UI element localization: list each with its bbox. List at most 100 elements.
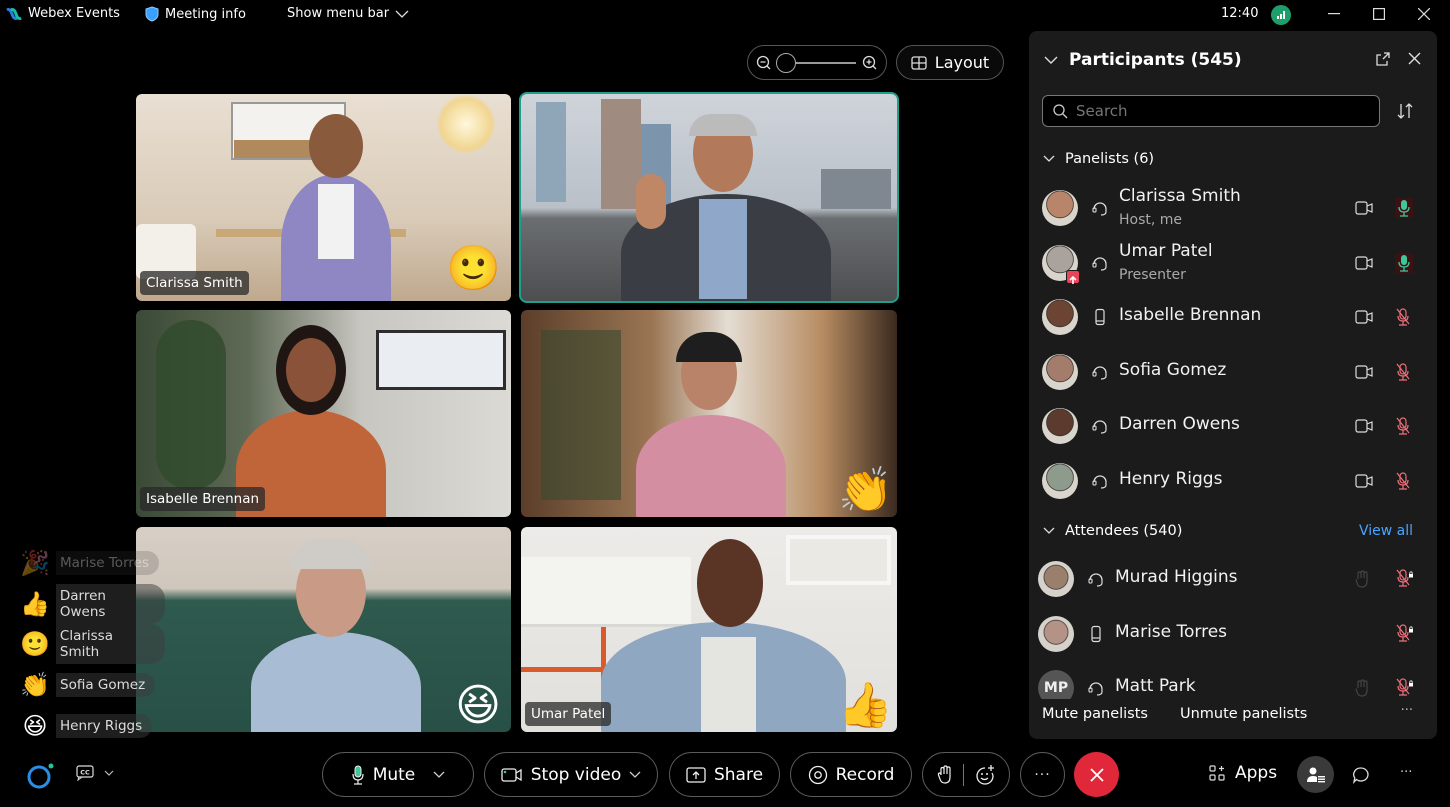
reaction-item: 👏 Sofia Gomez bbox=[20, 670, 156, 700]
webex-assistant-icon[interactable] bbox=[26, 762, 56, 790]
share-button[interactable]: Share bbox=[669, 752, 780, 797]
clock: 12:40 bbox=[1221, 6, 1259, 21]
apps-button[interactable]: Apps bbox=[1209, 763, 1277, 783]
video-zoom-control bbox=[747, 45, 887, 80]
layout-button[interactable]: Layout bbox=[896, 45, 1004, 80]
participants-panel: Participants (545) Panelists (6) Clariss… bbox=[1029, 31, 1437, 739]
minimize-icon bbox=[1328, 13, 1340, 15]
attendee-row[interactable]: Murad Higgins bbox=[1029, 554, 1437, 604]
svg-text:CC: CC bbox=[80, 769, 90, 777]
video-tile[interactable]: Umar Patel 👍 bbox=[521, 527, 897, 732]
maximize-button[interactable] bbox=[1369, 4, 1389, 24]
end-call-x-icon bbox=[1089, 767, 1104, 782]
video-tile-active-speaker[interactable] bbox=[519, 92, 899, 303]
network-signal-icon[interactable] bbox=[1271, 5, 1291, 25]
raise-hand-icon[interactable] bbox=[937, 764, 953, 785]
microphone-icon bbox=[352, 765, 364, 785]
mute-panelists-button[interactable]: Mute panelists bbox=[1042, 706, 1148, 722]
reaction-sender: Clarissa Smith bbox=[55, 624, 165, 664]
apps-grid-icon bbox=[1209, 765, 1225, 781]
leave-meeting-button[interactable] bbox=[1074, 752, 1119, 797]
tile-name-label: Umar Patel bbox=[525, 702, 612, 726]
reaction-laugh-icon: 😆 bbox=[22, 712, 48, 740]
reaction-sender: Darren Owens bbox=[55, 584, 165, 624]
minimize-button[interactable] bbox=[1324, 4, 1344, 24]
close-window-button[interactable] bbox=[1414, 4, 1434, 24]
app-brand: Webex Events bbox=[6, 6, 120, 21]
panel-footer: Mute panelists Unmute panelists bbox=[1042, 706, 1307, 722]
mic-muted-locked-icon[interactable] bbox=[1395, 677, 1413, 697]
layout-label: Layout bbox=[934, 53, 990, 72]
add-reaction-icon[interactable] bbox=[974, 764, 996, 786]
webex-logo-icon bbox=[6, 7, 22, 20]
reaction-sender: Marise Torres bbox=[56, 551, 159, 575]
avatar bbox=[1038, 561, 1074, 597]
phone-device-icon bbox=[1091, 625, 1101, 642]
tile-name-label: Isabelle Brennan bbox=[140, 487, 266, 511]
maximize-icon bbox=[1373, 8, 1385, 20]
record-icon bbox=[808, 765, 827, 784]
title-bar: Webex Events Meeting info Show menu bar … bbox=[0, 0, 1450, 30]
stop-video-button[interactable]: Stop video bbox=[484, 752, 658, 797]
participants-list-icon bbox=[1306, 767, 1325, 782]
show-menu-bar-label: Show menu bar bbox=[287, 6, 390, 21]
video-options-chevron-icon[interactable] bbox=[629, 771, 641, 779]
participant-name: Marise Torres bbox=[1115, 621, 1228, 642]
more-options-label: ··· bbox=[1034, 766, 1051, 783]
divider bbox=[962, 763, 964, 786]
closed-captions-button[interactable]: CC bbox=[76, 765, 114, 781]
chat-icon[interactable] bbox=[1352, 766, 1370, 784]
record-button[interactable]: Record bbox=[790, 752, 912, 797]
more-apps-button[interactable]: ··· bbox=[1400, 765, 1412, 780]
show-menu-bar-button[interactable]: Show menu bar bbox=[287, 6, 409, 21]
mute-label: Mute bbox=[372, 764, 416, 785]
video-tile[interactable]: 😆 bbox=[136, 527, 511, 732]
reaction-laugh-icon: 😆 bbox=[455, 680, 501, 731]
reaction-item: 😆 Henry Riggs bbox=[20, 711, 153, 741]
zoom-out-icon[interactable] bbox=[756, 55, 772, 71]
reaction-item: 🎉 Marise Torres bbox=[20, 548, 159, 578]
reaction-clap-icon: 👏 bbox=[20, 671, 50, 699]
meeting-info-label: Meeting info bbox=[165, 6, 246, 22]
reaction-smile-icon: 🙂 bbox=[446, 243, 501, 294]
reaction-sender: Sofia Gomez bbox=[56, 673, 156, 697]
zoom-slider-thumb[interactable] bbox=[776, 52, 796, 73]
attendee-row[interactable]: MP Matt Park bbox=[1029, 663, 1437, 699]
meeting-info-button[interactable]: Meeting info bbox=[145, 6, 246, 22]
meeting-controls-bar: CC Mute Stop video Share Record ··· Apps… bbox=[0, 745, 1450, 807]
mute-button[interactable]: Mute bbox=[322, 752, 474, 797]
participant-name: Matt Park bbox=[1115, 676, 1196, 696]
raise-hand-icon bbox=[1355, 570, 1368, 588]
video-tile[interactable]: Isabelle Brennan bbox=[136, 310, 511, 517]
reaction-item: 🙂 Clarissa Smith bbox=[20, 624, 165, 664]
participant-name: Murad Higgins bbox=[1115, 567, 1238, 587]
attendee-row[interactable]: Marise Torres bbox=[1029, 609, 1437, 659]
unmute-panelists-button[interactable]: Unmute panelists bbox=[1180, 706, 1307, 722]
participants-toggle-button[interactable] bbox=[1297, 756, 1334, 793]
mic-muted-locked-icon[interactable] bbox=[1395, 623, 1413, 643]
raise-hand-icon bbox=[1355, 679, 1368, 697]
reaction-party-icon: 🎉 bbox=[20, 549, 50, 577]
headset-icon bbox=[1088, 573, 1103, 587]
chevron-down-icon bbox=[104, 770, 114, 776]
closed-captions-icon: CC bbox=[76, 765, 94, 781]
apps-label: Apps bbox=[1235, 763, 1278, 783]
video-tile[interactable]: 👏 bbox=[521, 310, 897, 517]
app-name: Webex Events bbox=[28, 6, 120, 21]
zoom-slider[interactable] bbox=[776, 52, 856, 73]
video-tile[interactable]: Clarissa Smith 🙂 bbox=[136, 94, 511, 301]
tile-name-label: Clarissa Smith bbox=[140, 271, 249, 295]
video-camera-icon bbox=[501, 767, 522, 782]
reaction-item: 👍 Darren Owens bbox=[20, 584, 165, 624]
reaction-sender: Henry Riggs bbox=[56, 714, 153, 738]
reaction-smile-icon: 🙂 bbox=[20, 630, 50, 658]
panel-more-button[interactable]: ··· bbox=[1401, 703, 1413, 718]
more-options-button[interactable]: ··· bbox=[1020, 752, 1065, 797]
mic-muted-locked-icon[interactable] bbox=[1395, 568, 1413, 588]
zoom-in-icon[interactable] bbox=[862, 55, 878, 71]
avatar-initials: MP bbox=[1038, 670, 1074, 699]
mute-options-chevron-icon[interactable] bbox=[433, 771, 445, 779]
avatar bbox=[1038, 615, 1074, 652]
reaction-thumbs-up-icon: 👍 bbox=[20, 590, 50, 618]
reaction-thumbs-up-icon: 👍 bbox=[838, 680, 893, 731]
